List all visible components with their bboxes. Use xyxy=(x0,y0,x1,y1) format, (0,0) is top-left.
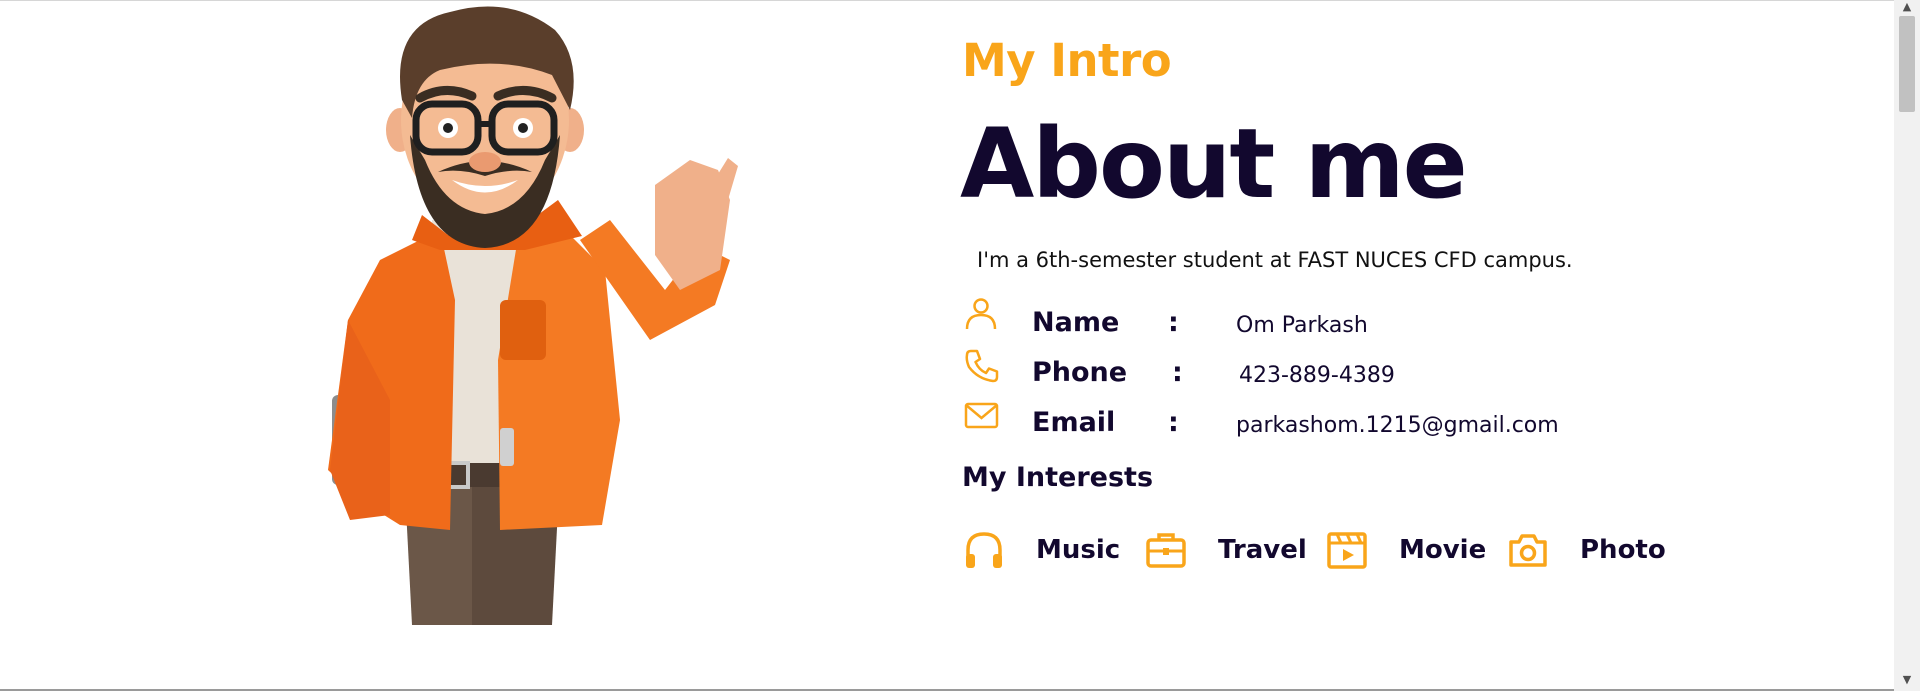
camera-icon xyxy=(1509,534,1547,567)
email-label: Email xyxy=(1032,407,1116,438)
phone-colon: : xyxy=(1172,357,1183,388)
phone-icon xyxy=(965,349,999,383)
scroll-up-arrow-icon[interactable]: ▲ xyxy=(1894,0,1920,14)
headphones-icon xyxy=(966,532,1002,568)
interest-movie: Movie xyxy=(1325,528,1486,572)
envelope-icon xyxy=(964,402,999,429)
name-label: Name xyxy=(1032,307,1120,338)
interest-label: Photo xyxy=(1580,535,1666,565)
page-title: About me xyxy=(960,108,1468,220)
top-border xyxy=(0,0,1920,1)
character-illustration xyxy=(328,6,738,625)
name-colon: : xyxy=(1168,307,1179,338)
section-label: My Intro xyxy=(962,34,1172,87)
email-colon: : xyxy=(1168,407,1179,438)
interest-travel: Travel xyxy=(1144,528,1307,572)
interest-music: Music xyxy=(962,528,1120,572)
interest-label: Movie xyxy=(1399,535,1487,565)
phone-label: Phone xyxy=(1032,357,1128,388)
phone-value: 423-889-4389 xyxy=(1239,363,1395,388)
interest-label: Music xyxy=(1036,535,1121,565)
briefcase-icon xyxy=(1146,533,1186,568)
scroll-down-arrow-icon[interactable]: ▼ xyxy=(1894,673,1920,687)
vertical-scrollbar[interactable]: ▲ ▼ xyxy=(1894,0,1920,691)
intro-description: I'm a 6th-semester student at FAST NUCES… xyxy=(977,248,1573,272)
user-icon xyxy=(965,298,997,330)
interests-heading: My Interests xyxy=(962,462,1154,493)
email-value: parkashom.1215@gmail.com xyxy=(1236,413,1559,438)
film-icon xyxy=(1327,532,1367,569)
interest-label: Travel xyxy=(1218,535,1307,565)
interest-photo: Photo xyxy=(1506,528,1666,572)
name-value: Om Parkash xyxy=(1236,313,1368,338)
scrollbar-thumb[interactable] xyxy=(1899,16,1915,112)
